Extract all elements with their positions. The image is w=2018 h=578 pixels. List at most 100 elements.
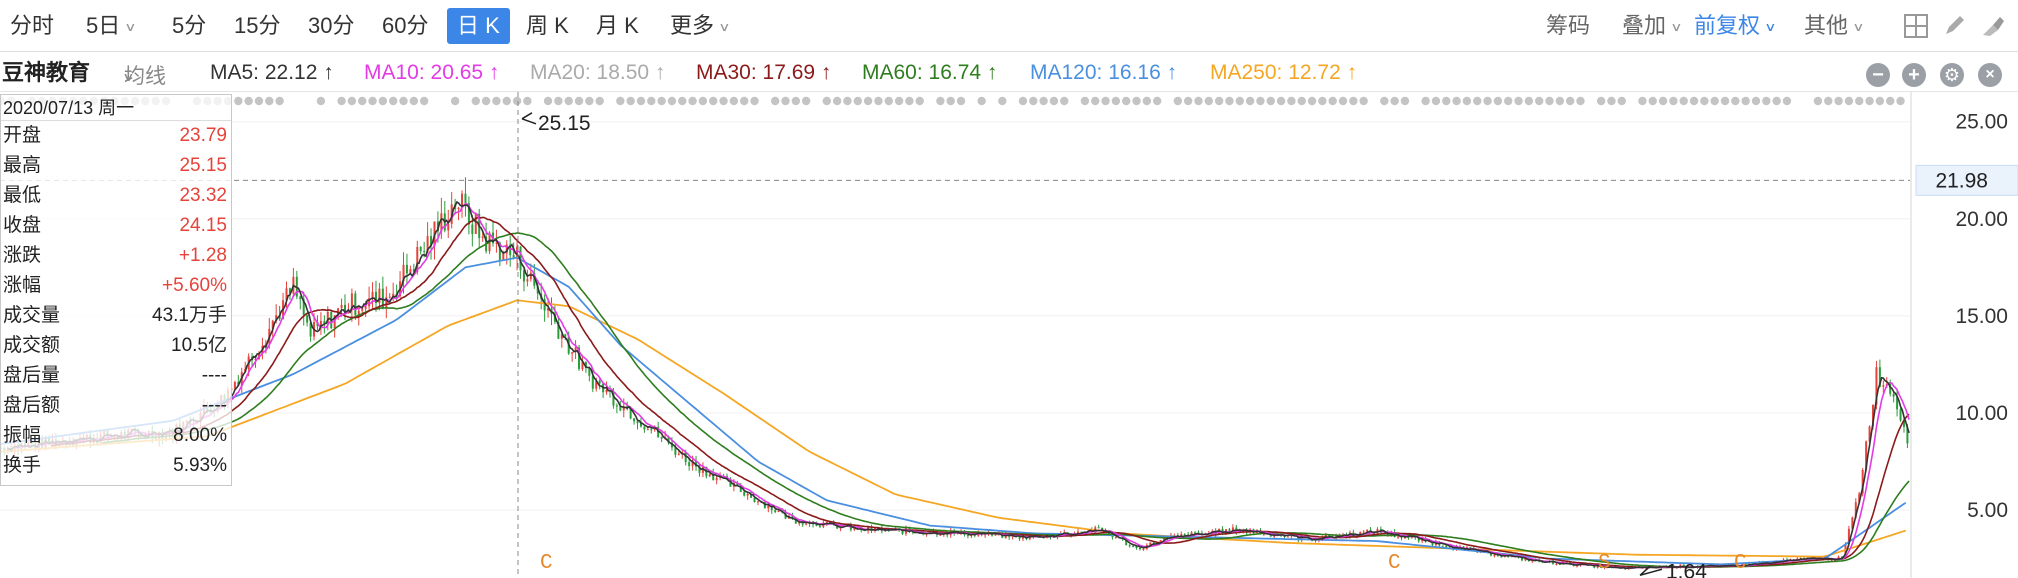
period-tab-60min[interactable]: 60分 — [382, 8, 428, 44]
info-key: 盘后额 — [3, 395, 61, 416]
kline-app: 分时 5日 ∨ 5分 15分 30分 60分 日 K 周 K 月 K 更多 ∨ 筹码… — [0, 0, 2018, 578]
event-dot — [1741, 96, 1750, 106]
chevron-down-icon: ∨ — [718, 20, 731, 35]
event-dot — [1720, 96, 1730, 106]
candle-body — [512, 255, 515, 258]
period-tab-week-k[interactable]: 周 K — [526, 8, 569, 44]
event-dot — [884, 96, 893, 106]
event-dot — [368, 96, 377, 106]
adjust-dropdown[interactable]: 前复权 ∨ — [1694, 8, 1777, 44]
event-dot — [1276, 96, 1286, 106]
period-tab-month-k[interactable]: 月 K — [596, 8, 639, 44]
info-key: 成交量 — [3, 305, 61, 326]
info-key: 收盘 — [3, 215, 42, 236]
event-dot — [678, 96, 687, 106]
event-dot — [1359, 96, 1368, 106]
candle-body — [1882, 385, 1885, 387]
event-dot — [1514, 96, 1523, 106]
chips-button[interactable]: 筹码 — [1546, 8, 1590, 44]
pen-icon[interactable] — [1940, 12, 1968, 40]
event-dot — [1214, 96, 1224, 106]
event-dot — [316, 96, 326, 106]
candle-body — [571, 352, 574, 354]
event-marker: S — [1598, 552, 1611, 575]
close-icon[interactable]: × — [1978, 63, 2002, 87]
info-row: 成交额 10.5亿 — [1, 331, 231, 361]
period-tab-day-k[interactable]: 日 K — [447, 8, 510, 44]
minus-icon[interactable]: − — [1866, 63, 1890, 87]
event-dot — [1266, 96, 1275, 106]
event-dot — [1596, 96, 1606, 106]
info-row: 最高 25.15 — [1, 151, 231, 181]
period-tab-15min[interactable]: 15分 — [234, 8, 280, 44]
ma250-label: MA250: 12.72 ↑ — [1210, 61, 1358, 84]
info-row: 换手 5.93% — [1, 451, 231, 481]
ma30-label: MA30: 17.69 ↑ — [696, 61, 832, 84]
candle-body — [419, 247, 422, 252]
event-dot — [1142, 96, 1152, 106]
event-dot — [636, 96, 646, 106]
clear-icon[interactable] — [1978, 12, 2006, 40]
candle-body — [1892, 393, 1895, 397]
event-dot — [1886, 96, 1895, 106]
ma60-line — [102, 232, 1910, 569]
event-dot — [1204, 96, 1214, 106]
overlay-dropdown[interactable]: 叠加 ∨ — [1622, 8, 1683, 44]
event-dot — [1576, 96, 1585, 106]
event-dot — [564, 96, 573, 106]
candle-body — [1132, 546, 1135, 548]
price-tick-label: 25.00 — [1955, 111, 2008, 134]
period-tab-more[interactable]: 更多 ∨ — [670, 8, 731, 44]
candle-body — [1097, 527, 1100, 529]
candle-body — [1128, 545, 1131, 547]
candle-body — [361, 308, 364, 311]
plus-icon[interactable]: + — [1902, 63, 1926, 87]
info-row: 收盘 24.15 — [1, 211, 231, 241]
candle-body — [1555, 563, 1558, 565]
event-dot — [1844, 96, 1854, 106]
event-dot — [1679, 96, 1688, 106]
event-dot — [1493, 96, 1503, 106]
low-annotation: 1.64 — [1666, 560, 1707, 578]
period-tab-5day[interactable]: 5日 ∨ — [86, 8, 137, 44]
event-dot — [1421, 96, 1430, 106]
candle-body — [299, 296, 302, 300]
event-dot — [378, 96, 388, 106]
period-tab-30min[interactable]: 30分 — [308, 8, 354, 44]
candle-body — [388, 296, 391, 298]
ma30-line — [50, 216, 1910, 569]
candle-body — [636, 421, 639, 424]
info-value: +5.60% — [162, 275, 227, 296]
event-dot — [388, 96, 398, 106]
candle-body — [677, 453, 680, 455]
candle-body — [457, 207, 460, 210]
event-dot — [1380, 96, 1389, 106]
event-dot — [740, 96, 749, 106]
event-dot — [894, 96, 904, 106]
event-dot — [1545, 96, 1554, 106]
event-marker: C — [540, 552, 553, 575]
info-row: 盘后量 ---- — [1, 361, 231, 391]
event-dot — [595, 96, 604, 106]
event-dot — [781, 96, 790, 106]
gear-icon[interactable]: ⚙ — [1940, 63, 1964, 87]
stock-name: 豆神教育 — [2, 60, 91, 85]
event-dot — [1534, 96, 1544, 106]
other-dropdown[interactable]: 其他 ∨ — [1804, 8, 1865, 44]
candle-body — [564, 334, 567, 337]
event-dot — [915, 96, 924, 106]
candle-body — [529, 272, 532, 280]
price-tick-label: 15.00 — [1955, 305, 2008, 328]
event-dot — [647, 96, 656, 106]
event-dot — [1669, 96, 1678, 106]
kline-chart[interactable]: 25.00 20.00 15.00 10.00 5.00 21.98 25.15 1.64 C… — [0, 92, 2018, 578]
info-key: 涨跌 — [3, 245, 42, 266]
grid-icon[interactable] — [1902, 12, 1930, 40]
period-tab-timeshare[interactable]: 分时 — [10, 8, 54, 44]
period-tab-5min[interactable]: 5分 — [172, 8, 206, 44]
crosshair-price-label: 21.98 — [1935, 169, 1988, 192]
event-dot — [1504, 96, 1513, 106]
info-value: 23.79 — [179, 125, 227, 146]
event-dot — [1617, 96, 1626, 106]
event-dot — [492, 96, 501, 106]
